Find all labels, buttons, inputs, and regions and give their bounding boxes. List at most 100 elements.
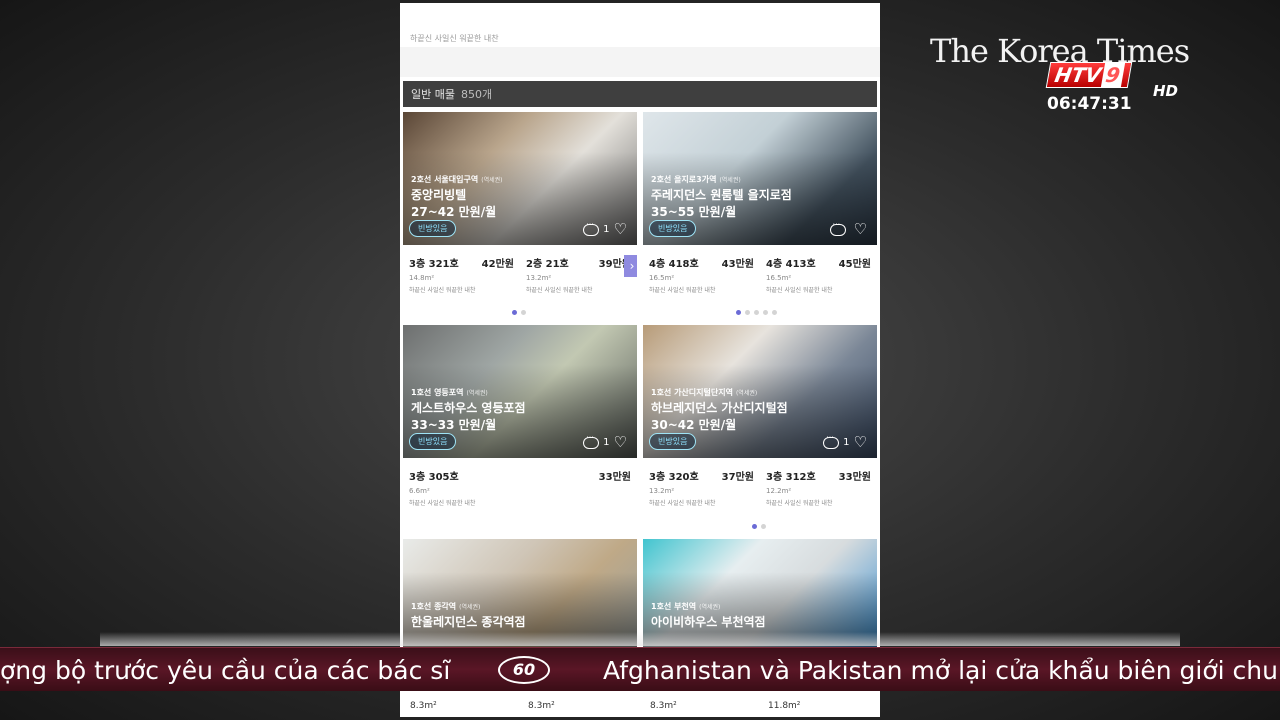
room-price: 37만원 bbox=[721, 472, 754, 483]
heart-icon[interactable]: ♡ bbox=[854, 435, 867, 450]
room-options: 하끝신 사일신 워끝한 내찬 bbox=[409, 500, 476, 507]
room-price: 33만원 bbox=[838, 472, 871, 483]
carousel-dot[interactable] bbox=[772, 310, 777, 315]
room-number: 3층 321호 bbox=[409, 259, 459, 270]
listing-station: 2호선 서울대입구역 (역세권) bbox=[411, 175, 503, 184]
carousel-dot[interactable] bbox=[745, 310, 750, 315]
listing-photo[interactable]: 1호선 가산디지털단지역 (역세권) 하브레지던스 가산디지털점 30~42 만원… bbox=[643, 325, 877, 458]
listing-name: 주레지던스 원룸텔 을지로점 bbox=[651, 188, 792, 202]
listing-price: 33~33 만원/월 bbox=[411, 418, 497, 432]
carousel-dot[interactable] bbox=[736, 310, 741, 315]
listing-card[interactable]: 2호선 서울대입구역(역세권) 중앙리빙텔 27~42 만원/월 빈방있음 1 … bbox=[403, 112, 637, 300]
room-item[interactable]: 4층 418호 43만원 16.5m² 하끝신 사일신 워끝한 내찬 bbox=[643, 245, 760, 300]
heart-icon[interactable]: ♡ bbox=[614, 222, 627, 237]
section-title: 일반 매물 bbox=[411, 88, 455, 101]
room-item[interactable]: 3층 321호 42만원 14.8m² 하끝신 사일신 워끝한 내찬 bbox=[403, 245, 520, 300]
chat-icon[interactable] bbox=[583, 220, 600, 236]
listing-card[interactable]: 1호선 영등포역 (역세권) 게스트하우스 영등포점 33~33 만원/월 빈방있… bbox=[403, 325, 637, 513]
anniversary-emblem-icon: 60 bbox=[498, 656, 550, 684]
heart-icon[interactable]: ♡ bbox=[854, 222, 867, 237]
listing-station: 1호선 종각역 (역세권) bbox=[411, 602, 481, 611]
listing-icons: 1 ♡ bbox=[583, 433, 627, 450]
room-options: 하끝신 사일신 워끝한 내찬 bbox=[649, 500, 716, 507]
room-area: 12.2m² bbox=[766, 487, 792, 495]
listing-name: 하브레지던스 가산디지털점 bbox=[651, 401, 788, 415]
room-area: 8.3m² bbox=[528, 701, 555, 711]
hd-badge: HD bbox=[1153, 82, 1179, 100]
vacancy-badge: 빈방있음 bbox=[649, 433, 697, 450]
ticker-text-left: ợng bộ trước yêu cầu của các bác sĩ bbox=[0, 656, 451, 685]
carousel-dot[interactable] bbox=[754, 310, 759, 315]
listing-price: 35~55 만원/월 bbox=[651, 205, 737, 219]
listing-name: 한울레지던스 종각역점 bbox=[411, 615, 526, 629]
room-area: 6.6m² bbox=[409, 487, 430, 495]
room-price: 42만원 bbox=[481, 259, 514, 270]
room-price: 45만원 bbox=[838, 259, 871, 270]
room-number: 3층 312호 bbox=[766, 472, 816, 483]
news-ticker: ợng bộ trước yêu cầu của các bác sĩ 60 A… bbox=[0, 647, 1280, 691]
room-item[interactable]: 3층 320호 37만원 13.2m² 하끝신 사일신 워끝한 내찬 bbox=[643, 458, 760, 513]
chat-icon[interactable] bbox=[583, 433, 600, 449]
comment-count: 1 bbox=[603, 224, 610, 235]
carousel-dot[interactable] bbox=[761, 524, 766, 529]
listing-photo[interactable]: 2호선 을지로3가역 (역세권) 주레지던스 원룸텔 을지로점 35~55 만원/… bbox=[643, 112, 877, 245]
chat-icon[interactable] bbox=[829, 220, 846, 236]
room-item[interactable]: 2층 21호 39만원 13.2m² 하끝신 사일신 워끝한 내찬 › bbox=[520, 245, 637, 300]
vacancy-badge: 빈방있음 bbox=[409, 433, 457, 450]
htv9-logo: HTV9 bbox=[1045, 62, 1133, 88]
room-options: 하끝신 사일신 워끝한 내찬 bbox=[649, 287, 716, 294]
top-bar: 하끝신 사일신 워끝한 내찬 bbox=[400, 3, 880, 81]
carousel-dots bbox=[752, 524, 766, 529]
ticker-text-right: Afghanistan và Pakistan mở lại cửa khẩu … bbox=[603, 656, 1280, 685]
listing-station: 2호선 을지로3가역 (역세권) bbox=[651, 175, 741, 184]
broadcast-clock: 06:47:31 bbox=[1047, 94, 1132, 114]
listing-card[interactable]: 2호선 을지로3가역 (역세권) 주레지던스 원룸텔 을지로점 35~55 만원/… bbox=[643, 112, 877, 300]
listing-station: 1호선 영등포역 (역세권) bbox=[411, 388, 488, 397]
next-arrow-icon[interactable]: › bbox=[624, 255, 637, 277]
room-area: 11.8m² bbox=[768, 701, 801, 711]
room-options: 하끝신 사일신 워끝한 내찬 bbox=[526, 287, 593, 294]
room-area: 8.3m² bbox=[410, 701, 437, 711]
room-area: 14.8m² bbox=[409, 274, 435, 282]
section-count: 850개 bbox=[460, 88, 493, 101]
room-options: 하끝신 사일신 워끝한 내찬 bbox=[766, 500, 833, 507]
listing-price: 30~42 만원/월 bbox=[651, 418, 737, 432]
carousel-dot[interactable] bbox=[752, 524, 757, 529]
room-item[interactable]: 4층 413호 45만원 16.5m² 하끝신 사일신 워끝한 내찬 bbox=[760, 245, 877, 300]
listing-card[interactable]: 1호선 가산디지털단지역 (역세권) 하브레지던스 가산디지털점 30~42 만원… bbox=[643, 325, 877, 513]
carousel-dot[interactable] bbox=[521, 310, 526, 315]
room-options: 하끝신 사일신 워끝한 내찬 bbox=[766, 287, 833, 294]
heart-icon[interactable]: ♡ bbox=[614, 435, 627, 450]
room-number: 3층 320호 bbox=[649, 472, 699, 483]
carousel-dot[interactable] bbox=[512, 310, 517, 315]
room-area: 13.2m² bbox=[526, 274, 552, 282]
room-list: 4층 418호 43만원 16.5m² 하끝신 사일신 워끝한 내찬 4층 413… bbox=[643, 245, 877, 300]
room-number: 4층 418호 bbox=[649, 259, 699, 270]
comment-count: 1 bbox=[843, 437, 850, 448]
faded-text: 하끝신 사일신 워끝한 내찬 bbox=[410, 34, 499, 43]
room-list: 3층 321호 42만원 14.8m² 하끝신 사일신 워끝한 내찬 2층 21호… bbox=[403, 245, 637, 300]
listing-station: 1호선 부천역 (역세권) bbox=[651, 602, 721, 611]
listing-photo[interactable]: 2호선 서울대입구역(역세권) 중앙리빙텔 27~42 만원/월 빈방있음 1 … bbox=[403, 112, 637, 245]
carousel-dots bbox=[736, 310, 777, 315]
room-number: 3층 305호 bbox=[409, 472, 459, 483]
ticker-glow bbox=[100, 632, 1180, 646]
room-item[interactable]: 3층 305호 33만원 6.6m² 하끝신 사일신 워끝한 내찬 bbox=[403, 458, 637, 513]
room-options: 하끝신 사일신 워끝한 내찬 bbox=[409, 287, 476, 294]
listing-price: 27~42 만원/월 bbox=[411, 205, 497, 219]
chat-icon[interactable] bbox=[823, 433, 840, 449]
room-list: 3층 320호 37만원 13.2m² 하끝신 사일신 워끝한 내찬 3층 312… bbox=[643, 458, 877, 513]
listing-icons: ♡ bbox=[829, 220, 867, 237]
room-item[interactable]: 3층 312호 33만원 12.2m² 하끝신 사일신 워끝한 내찬 bbox=[760, 458, 877, 513]
app-screen: 하끝신 사일신 워끝한 내찬 일반 매물 850개 2호선 서울대입구역 (역세권… bbox=[400, 3, 880, 717]
room-area: 13.2m² bbox=[649, 487, 675, 495]
bottom-peek: 8.3m² 8.3m² 8.3m² 11.8m² bbox=[400, 691, 880, 717]
listing-station: 1호선 가산디지털단지역 (역세권) bbox=[651, 388, 758, 397]
listing-icons: 1 ♡ bbox=[583, 220, 627, 237]
listing-photo[interactable]: 1호선 영등포역 (역세권) 게스트하우스 영등포점 33~33 만원/월 빈방있… bbox=[403, 325, 637, 458]
listing-name: 게스트하우스 영등포점 bbox=[411, 401, 526, 415]
listing-icons: 1 ♡ bbox=[823, 433, 867, 450]
room-price: 33만원 bbox=[598, 472, 631, 483]
room-area: 16.5m² bbox=[766, 274, 792, 282]
carousel-dot[interactable] bbox=[763, 310, 768, 315]
